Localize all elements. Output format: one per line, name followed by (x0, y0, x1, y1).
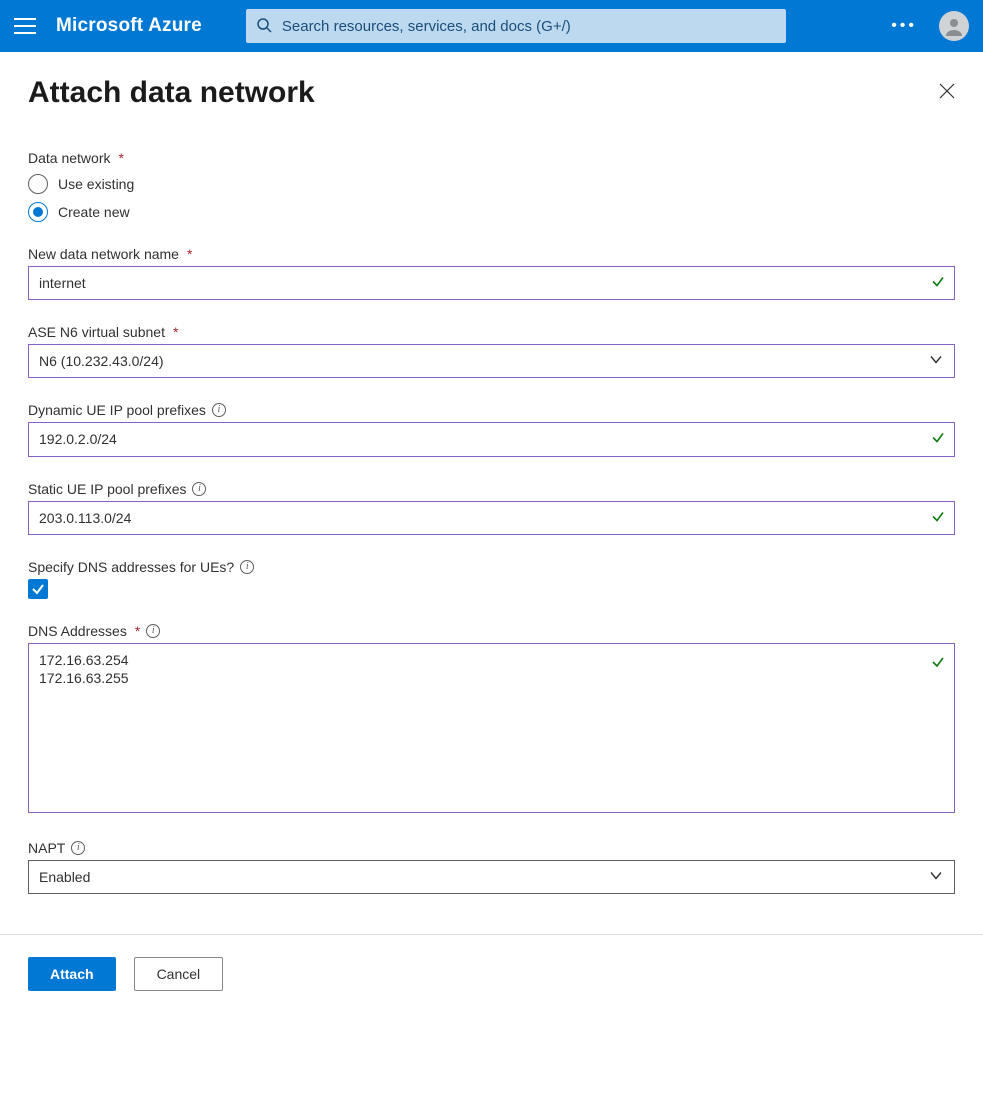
global-search (246, 9, 786, 43)
dynamic-pool-label-text: Dynamic UE IP pool prefixes (28, 402, 206, 418)
cancel-button[interactable]: Cancel (134, 957, 224, 991)
info-icon[interactable]: i (71, 841, 85, 855)
radio-icon (28, 202, 48, 222)
user-avatar[interactable] (939, 11, 969, 41)
new-name-input[interactable] (28, 266, 955, 300)
dynamic-pool-label: Dynamic UE IP pool prefixes i (28, 402, 955, 418)
required-asterisk: * (173, 324, 178, 340)
static-pool-label: Static UE IP pool prefixes i (28, 481, 955, 497)
data-network-label: Data network * (28, 150, 955, 166)
napt-select-value: Enabled (39, 869, 90, 885)
napt-select[interactable]: Enabled (28, 860, 955, 894)
brand-label: Microsoft Azure (56, 15, 202, 37)
radio-icon (28, 174, 48, 194)
new-name-field: New data network name * (28, 246, 955, 300)
dns-addresses-label-text: DNS Addresses (28, 623, 127, 639)
new-name-label-text: New data network name (28, 246, 179, 262)
close-icon[interactable] (939, 83, 955, 104)
azure-topbar: Microsoft Azure ••• (0, 0, 983, 52)
valid-check-icon (931, 655, 945, 672)
static-pool-label-text: Static UE IP pool prefixes (28, 481, 186, 497)
info-icon[interactable]: i (212, 403, 226, 417)
static-pool-input[interactable] (28, 501, 955, 535)
required-asterisk: * (118, 150, 123, 166)
more-actions-icon[interactable]: ••• (891, 17, 917, 35)
subnet-label-text: ASE N6 virtual subnet (28, 324, 165, 340)
radio-create-new[interactable]: Create new (28, 202, 955, 222)
global-search-input[interactable] (246, 9, 786, 43)
page-title: Attach data network (28, 76, 315, 110)
info-icon[interactable]: i (192, 482, 206, 496)
specify-dns-field: Specify DNS addresses for UEs? i (28, 559, 955, 599)
dns-addresses-textarea[interactable] (28, 643, 955, 813)
specify-dns-label-text: Specify DNS addresses for UEs? (28, 559, 234, 575)
dns-addresses-field: DNS Addresses * i (28, 623, 955, 816)
dynamic-pool-input[interactable] (28, 422, 955, 456)
dynamic-pool-field: Dynamic UE IP pool prefixes i (28, 402, 955, 456)
radio-label-new: Create new (58, 204, 130, 220)
radio-label-existing: Use existing (58, 176, 134, 192)
info-icon[interactable]: i (240, 560, 254, 574)
topbar-right: ••• (891, 11, 969, 41)
footer: Attach Cancel (0, 935, 983, 1019)
dns-addresses-label: DNS Addresses * i (28, 623, 955, 639)
subnet-select-value: N6 (10.232.43.0/24) (39, 353, 164, 369)
specify-dns-label: Specify DNS addresses for UEs? i (28, 559, 955, 575)
subnet-select[interactable]: N6 (10.232.43.0/24) (28, 344, 955, 378)
info-icon[interactable]: i (146, 624, 160, 638)
new-name-label: New data network name * (28, 246, 955, 262)
attach-button[interactable]: Attach (28, 957, 116, 991)
page-title-row: Attach data network (0, 52, 983, 120)
static-pool-field: Static UE IP pool prefixes i (28, 481, 955, 535)
attach-data-network-form: Data network * Use existing Create new Ne… (0, 120, 983, 894)
data-network-label-text: Data network (28, 150, 110, 166)
search-icon (256, 17, 272, 36)
napt-field: NAPT i Enabled (28, 840, 955, 894)
napt-label: NAPT i (28, 840, 955, 856)
required-asterisk: * (135, 623, 140, 639)
subnet-field: ASE N6 virtual subnet * N6 (10.232.43.0/2… (28, 324, 955, 378)
valid-check-icon (931, 509, 945, 526)
radio-use-existing[interactable]: Use existing (28, 174, 955, 194)
valid-check-icon (931, 431, 945, 448)
subnet-label: ASE N6 virtual subnet * (28, 324, 955, 340)
specify-dns-checkbox[interactable] (28, 579, 48, 599)
napt-label-text: NAPT (28, 840, 65, 856)
required-asterisk: * (187, 246, 192, 262)
valid-check-icon (931, 275, 945, 292)
hamburger-menu-icon[interactable] (14, 18, 36, 34)
